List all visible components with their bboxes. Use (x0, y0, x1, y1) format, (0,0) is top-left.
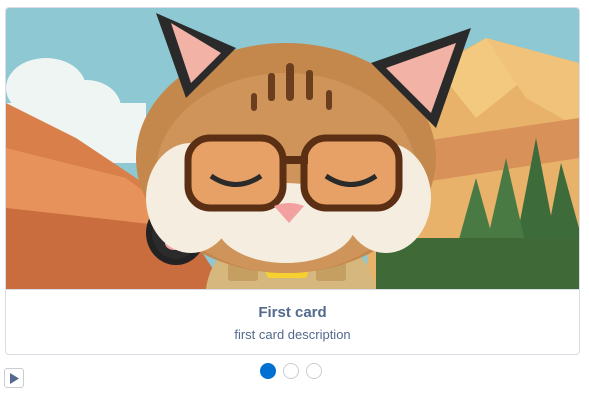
carousel-indicators (260, 363, 322, 381)
carousel: First card first card description (5, 7, 580, 355)
card-title[interactable]: First card (6, 304, 579, 322)
card-description: first card description (234, 327, 351, 342)
indicator-dot-2[interactable] (283, 363, 299, 379)
card-body: First card first card description (6, 289, 579, 354)
card-image-astro-bobcat[interactable] (6, 8, 579, 289)
play-icon (10, 373, 19, 384)
indicator-dot-3[interactable] (306, 363, 322, 379)
autoplay-toggle-button[interactable] (4, 368, 24, 388)
indicator-dot-1[interactable] (260, 363, 276, 379)
